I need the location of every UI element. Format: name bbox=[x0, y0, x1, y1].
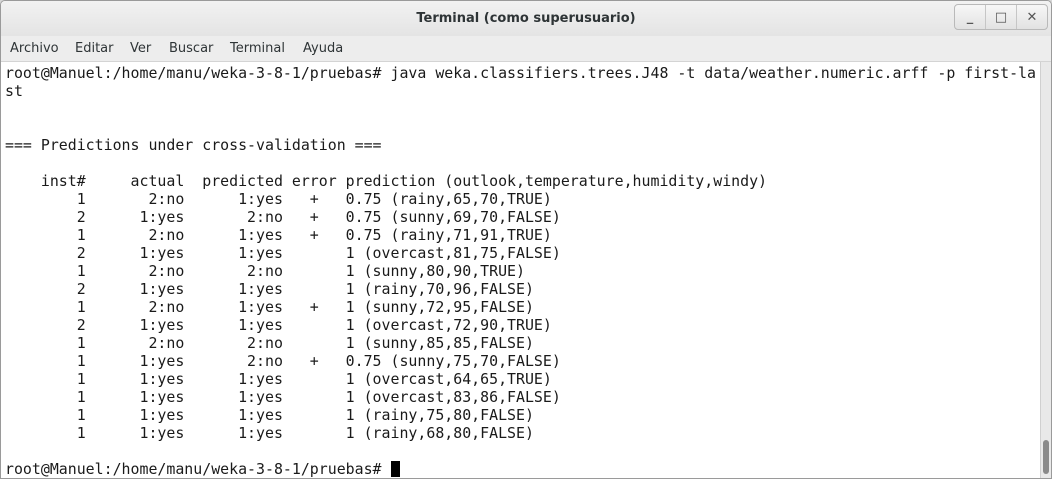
maximize-button[interactable]: □ bbox=[985, 5, 1016, 29]
menu-archivo[interactable]: Archivo bbox=[10, 41, 59, 56]
scrollbar-thumb[interactable] bbox=[1043, 440, 1049, 474]
terminal-output[interactable]: root@Manuel:/home/manu/weka-3-8-1/prueba… bbox=[1, 62, 1040, 478]
menu-editar[interactable]: Editar bbox=[75, 41, 114, 56]
minimize-button[interactable]: _ bbox=[955, 5, 985, 29]
window-controls: _ □ ✕ bbox=[954, 4, 1048, 30]
terminal-line: 1 2:no 2:no 1 (sunny,85,85,FALSE) bbox=[5, 334, 534, 352]
terminal-line: root@Manuel:/home/manu/weka-3-8-1/prueba… bbox=[5, 64, 1036, 82]
close-button[interactable]: ✕ bbox=[1016, 5, 1047, 29]
terminal-line: 2 1:yes 1:yes 1 (rainy,70,96,FALSE) bbox=[5, 280, 534, 298]
terminal-line: === Predictions under cross-validation =… bbox=[5, 136, 382, 154]
terminal-line: 1 2:no 1:yes + 1 (sunny,72,95,FALSE) bbox=[5, 298, 534, 316]
terminal-line: 1 1:yes 1:yes 1 (rainy,68,80,FALSE) bbox=[5, 424, 534, 442]
menu-ver[interactable]: Ver bbox=[130, 41, 151, 56]
shell-prompt: root@Manuel:/home/manu/weka-3-8-1/prueba… bbox=[5, 460, 391, 478]
terminal-line: 1 2:no 1:yes + 0.75 (rainy,71,91,TRUE) bbox=[5, 226, 552, 244]
text-cursor bbox=[390, 461, 400, 477]
terminal-window: Terminal (como superusuario) _ □ ✕ Archi… bbox=[0, 0, 1052, 479]
menu-bar: Archivo Editar Ver Buscar Terminal Ayuda bbox=[1, 36, 1051, 62]
title-bar[interactable]: Terminal (como superusuario) _ □ ✕ bbox=[1, 1, 1051, 36]
terminal-line: 2 1:yes 2:no + 0.75 (sunny,69,70,FALSE) bbox=[5, 208, 561, 226]
menu-terminal[interactable]: Terminal bbox=[230, 41, 285, 56]
terminal-line: st bbox=[5, 82, 23, 100]
terminal-line: 1 1:yes 1:yes 1 (rainy,75,80,FALSE) bbox=[5, 406, 534, 424]
terminal-line: 1 2:no 1:yes + 0.75 (rainy,65,70,TRUE) bbox=[5, 190, 552, 208]
terminal-line: 2 1:yes 1:yes 1 (overcast,81,75,FALSE) bbox=[5, 244, 561, 262]
terminal-line: 1 2:no 2:no 1 (sunny,80,90,TRUE) bbox=[5, 262, 525, 280]
terminal-line: 2 1:yes 1:yes 1 (overcast,72,90,TRUE) bbox=[5, 316, 552, 334]
vertical-scrollbar[interactable] bbox=[1040, 62, 1051, 478]
menu-ayuda[interactable]: Ayuda bbox=[303, 41, 343, 56]
window-title: Terminal (como superusuario) bbox=[416, 11, 636, 26]
terminal-line: 1 1:yes 1:yes 1 (overcast,83,86,FALSE) bbox=[5, 388, 561, 406]
terminal-line: 1 1:yes 1:yes 1 (overcast,64,65,TRUE) bbox=[5, 370, 552, 388]
terminal-line: 1 1:yes 2:no + 0.75 (sunny,75,70,FALSE) bbox=[5, 352, 561, 370]
terminal-line: inst# actual predicted error prediction … bbox=[5, 172, 768, 190]
menu-buscar[interactable]: Buscar bbox=[169, 41, 213, 56]
prompt-line[interactable]: root@Manuel:/home/manu/weka-3-8-1/prueba… bbox=[5, 460, 400, 478]
